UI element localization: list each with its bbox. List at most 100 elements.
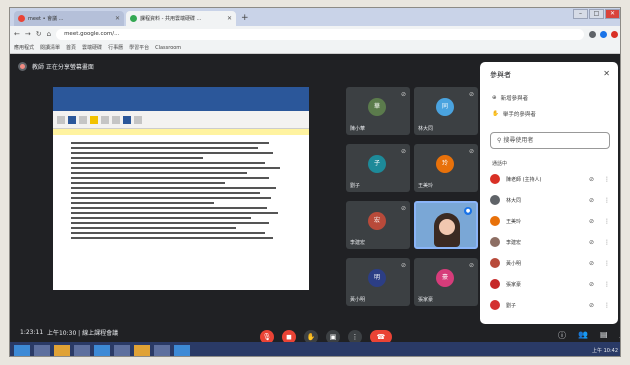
people-icon[interactable]: 👥 (578, 330, 588, 341)
taskbar-app-icon[interactable] (134, 344, 150, 356)
participant-face (439, 219, 455, 235)
meeting-details: 上午10:30 | 線上課程會議 (46, 329, 119, 337)
avatar (490, 174, 500, 184)
participant-video-tile[interactable]: ● (414, 201, 478, 249)
tab-favicon-icon (130, 15, 137, 22)
mic-off-icon[interactable]: ⊘ (589, 176, 594, 183)
panel-close-button[interactable]: ✕ (603, 69, 610, 78)
taskbar-app-icon[interactable] (94, 344, 110, 356)
home-icon[interactable]: ⌂ (47, 30, 51, 38)
add-people-button[interactable]: ⊕ 新增參與者 (492, 94, 528, 102)
participant-tile[interactable]: 豪 ⊘ 張家豪 (414, 258, 478, 306)
hand-icon: ✋ (492, 111, 499, 117)
taskbar-app-icon[interactable] (74, 344, 90, 356)
raised-hands-row[interactable]: ✋ 舉手的參與者 (492, 110, 536, 118)
more-icon[interactable]: ⋮ (604, 197, 610, 204)
search-placeholder: 搜尋使用者 (503, 137, 534, 144)
forward-icon[interactable]: → (25, 30, 31, 38)
participant-avatar: 子 (368, 155, 386, 173)
minimize-button[interactable]: – (573, 9, 588, 19)
avatar (490, 300, 500, 310)
more-icon[interactable]: ⋮ (604, 218, 610, 225)
mic-off-icon: ⊘ (400, 205, 406, 212)
bookmark-item[interactable]: 行事曆 (108, 44, 123, 51)
mic-off-icon[interactable]: ⊘ (589, 302, 594, 309)
back-icon[interactable]: ← (14, 30, 20, 38)
info-icon[interactable]: ⓘ (558, 330, 566, 341)
toolbar-icon (123, 115, 131, 124)
toolbar-icon (101, 115, 109, 124)
bookmark-item[interactable]: 學習平台 (129, 44, 149, 51)
participant-name: 黃小明 (350, 297, 366, 303)
window-close-button[interactable]: ✕ (605, 9, 620, 19)
participant-avatar: 玲 (436, 155, 454, 173)
mic-off-icon: ⊘ (468, 148, 474, 155)
participant-row[interactable]: 張家豪 ⊘ ⋮ (490, 277, 610, 291)
mic-off-icon[interactable]: ⊘ (589, 281, 594, 288)
toolbar-icon (68, 115, 76, 124)
url-field[interactable]: meet.google.com/... (56, 28, 584, 40)
chat-icon[interactable]: ▤ (600, 330, 608, 341)
participant-row-name: 李建宏 (506, 239, 522, 246)
bookmark-item[interactable]: 閱讀清單 (40, 44, 60, 51)
document-text (53, 135, 309, 246)
avatar (490, 195, 500, 205)
mic-off-icon[interactable]: ⊘ (589, 260, 594, 267)
mic-off-icon[interactable]: ⊘ (589, 218, 594, 225)
taskbar-app-icon[interactable] (114, 344, 130, 356)
panel-title: 參與者 (490, 71, 511, 79)
extension-icon[interactable] (600, 30, 607, 38)
bookmark-item[interactable]: 應用程式 (14, 44, 34, 51)
reload-icon[interactable]: ↻ (36, 30, 42, 38)
browser-tab-active[interactable]: 課程資料 - 共用雲端硬碟 ... ✕ (126, 11, 236, 26)
tab-close-icon[interactable]: ✕ (227, 15, 232, 22)
more-icon[interactable]: ⋮ (604, 260, 610, 267)
presenter-avatar (18, 62, 27, 71)
presenter-label: 教師 正在分享螢幕畫面 (32, 64, 94, 71)
participant-row[interactable]: 劉子 ⊘ ⋮ (490, 298, 610, 312)
activities-icon[interactable]: △ (620, 330, 621, 341)
bookmark-item[interactable]: 首頁 (66, 44, 76, 51)
people-search-input[interactable]: ⚲ 搜尋使用者 (490, 132, 610, 149)
extension-icon[interactable] (589, 30, 596, 38)
participant-tile[interactable]: 宏 ⊘ 李建宏 (346, 201, 410, 249)
add-people-label: 新增參與者 (500, 96, 529, 102)
tab-close-icon[interactable]: ✕ (115, 15, 120, 22)
bookmark-item[interactable]: Classroom (155, 45, 181, 51)
participant-row[interactable]: 黃小明 ⊘ ⋮ (490, 256, 610, 270)
participant-tile[interactable]: 同 ⊘ 林大同 (414, 87, 478, 135)
bookmark-item[interactable]: 雲端硬碟 (82, 44, 102, 51)
maximize-button[interactable]: □ (589, 9, 604, 19)
participant-avatar: 同 (436, 98, 454, 116)
mic-off-icon: ⊘ (400, 91, 406, 98)
participant-row[interactable]: 王美玲 ⊘ ⋮ (490, 214, 610, 228)
participant-row[interactable]: 李建宏 ⊘ ⋮ (490, 235, 610, 249)
taskbar-app-icon[interactable] (54, 344, 70, 356)
more-icon[interactable]: ⋮ (604, 239, 610, 246)
mic-off-icon[interactable]: ⊘ (589, 197, 594, 204)
os-taskbar: 上午 10:42 (10, 342, 620, 356)
participant-row-name: 林大同 (506, 197, 522, 204)
taskbar-app-icon[interactable] (154, 344, 170, 356)
browser-tab[interactable]: meet • 會議 ... ✕ (14, 11, 124, 26)
participant-tile[interactable]: 子 ⊘ 劉子 (346, 144, 410, 192)
mic-off-icon: ⊘ (400, 262, 406, 269)
shared-document (53, 87, 309, 290)
taskbar-app-icon[interactable] (174, 344, 190, 356)
participant-tile[interactable]: 明 ⊘ 黃小明 (346, 258, 410, 306)
more-icon[interactable]: ⋮ (604, 176, 610, 183)
taskbar-app-icon[interactable] (34, 344, 50, 356)
taskbar-clock: 上午 10:42 (592, 347, 618, 354)
profile-avatar[interactable] (611, 30, 618, 38)
new-tab-icon[interactable]: + (241, 11, 249, 26)
mic-off-icon[interactable]: ⊘ (589, 239, 594, 246)
participant-tile[interactable]: 玲 ⊘ 王美玲 (414, 144, 478, 192)
screen: meet • 會議 ... ✕ 課程資料 - 共用雲端硬碟 ... ✕ + – … (9, 7, 621, 357)
participant-name: 張家豪 (418, 297, 434, 303)
more-icon[interactable]: ⋮ (604, 281, 610, 288)
start-button[interactable] (14, 344, 30, 356)
more-icon[interactable]: ⋮ (604, 302, 610, 309)
participant-row[interactable]: 陳老師 (主持人) ⊘ ⋮ (490, 172, 610, 186)
participant-row[interactable]: 林大同 ⊘ ⋮ (490, 193, 610, 207)
participant-tile[interactable]: 華 ⊘ 陳小華 (346, 87, 410, 135)
